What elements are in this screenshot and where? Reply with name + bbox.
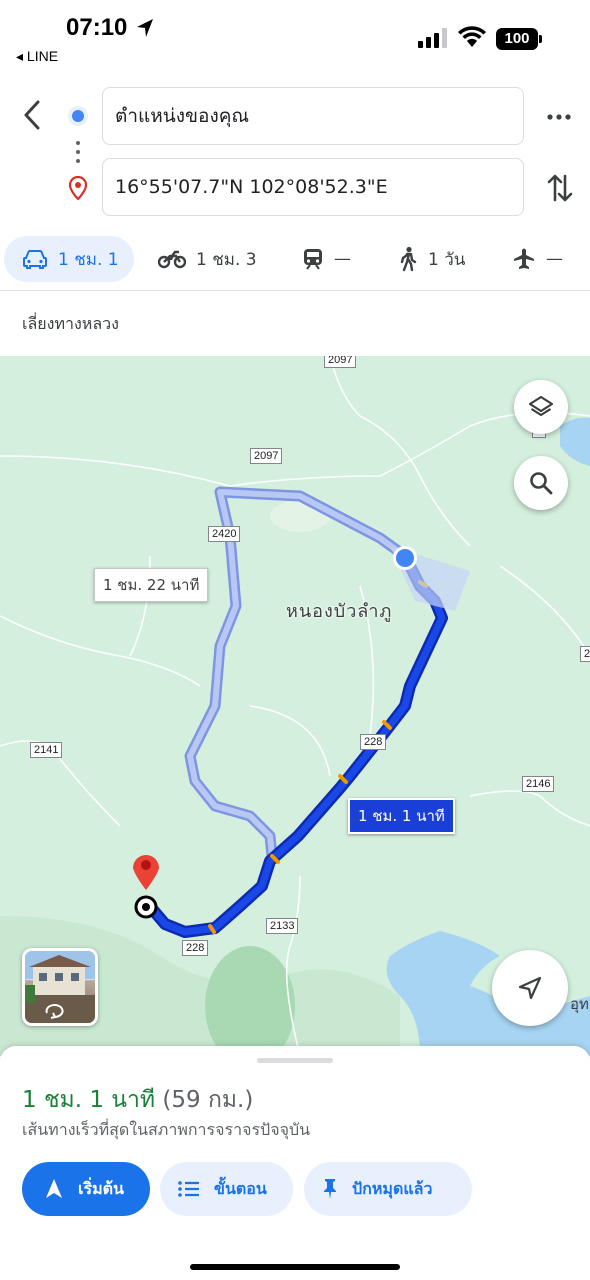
avoid-highways-option[interactable]: เลี่ยงทางหลวง (22, 312, 119, 337)
main-route-time[interactable]: 1 ชม. 1 นาที (348, 798, 455, 834)
start-button[interactable]: เริ่มต้น (22, 1162, 150, 1216)
street-view-image (25, 951, 95, 1023)
motorcycle-icon (158, 250, 186, 269)
pinned-label: ปักหมุดแล้ว (352, 1178, 433, 1198)
map-view[interactable]: 2097 2097 2420 228 2141 2146 2133 228 2 … (0, 356, 590, 1056)
pinned-button[interactable]: ปักหมุดแล้ว (304, 1162, 472, 1216)
layers-icon (528, 395, 554, 417)
walk-icon (400, 246, 417, 272)
signal-icon (418, 28, 447, 48)
place-label: หนองบัวลำภู (286, 601, 393, 622)
pin-icon (324, 1179, 336, 1199)
tab-walk-label: 1 วัน (428, 249, 466, 270)
tab-flight[interactable]: — (512, 236, 563, 282)
list-icon (178, 1181, 199, 1197)
destination-input[interactable]: 16°55'07.7"N 102°08'52.3"E (102, 158, 524, 216)
origin-dot-icon (68, 106, 88, 126)
car-icon (23, 250, 47, 269)
search-along-route-button[interactable] (514, 456, 568, 510)
edge-place-label: อุท (570, 995, 589, 1013)
tab-drive-label: 1 ชม. 1 (58, 249, 119, 270)
wifi-icon (458, 26, 486, 47)
road-shield: 2420 (208, 526, 241, 542)
road-shield: 228 (360, 734, 387, 750)
battery-indicator: 100 (496, 28, 542, 50)
airplane-icon (514, 248, 534, 269)
road-shield: 2097 (324, 356, 357, 368)
tab-flight-label: — (546, 249, 563, 269)
travel-mode-tabs: 1 ชม. 1 1 ชม. 3 — 1 วัน — (0, 236, 590, 286)
route-subtitle: เส้นทางเร็วที่สุดในสภาพการจราจรปัจจุบัน (22, 1120, 311, 1139)
route-summary-sheet: 1 ชม. 1 นาที (59 กม.) เส้นทางเร็วที่สุดใ… (0, 1046, 590, 1280)
tab-motorcycle[interactable]: 1 ชม. 3 (158, 236, 257, 282)
train-icon (304, 249, 322, 270)
location-arrow-icon (137, 19, 153, 37)
status-time: 07:10 (66, 14, 128, 41)
navigation-arrow-icon (518, 976, 542, 1000)
drag-handle[interactable] (257, 1058, 333, 1063)
back-arrow-icon[interactable] (18, 98, 48, 132)
road-shield: 2141 (30, 742, 63, 758)
search-icon (530, 472, 553, 495)
tab-drive[interactable]: 1 ชม. 1 (4, 236, 134, 282)
back-to-app-link[interactable]: ◂ LINE (16, 48, 58, 65)
navigation-icon (46, 1179, 62, 1198)
road-shield: 2 (580, 646, 590, 662)
route-distance: (59 กม.) (162, 1087, 254, 1113)
swap-icon[interactable] (546, 172, 574, 204)
tab-motorcycle-label: 1 ชม. 3 (196, 249, 257, 270)
tab-transit[interactable]: — (302, 236, 351, 282)
status-bar: 07:10 ◂ LINE 100 (0, 0, 590, 80)
road-shield: 2146 (522, 776, 555, 792)
recenter-button[interactable] (492, 950, 568, 1026)
tab-walk[interactable]: 1 วัน (398, 236, 465, 282)
road-shield: 228 (182, 940, 209, 956)
route-duration: 1 ชม. 1 นาที (22, 1087, 156, 1113)
road-shield: 2133 (266, 918, 299, 934)
divider (0, 290, 590, 291)
steps-button[interactable]: ขั้นตอน (160, 1162, 293, 1216)
start-label: เริ่มต้น (78, 1178, 124, 1198)
route-dots-icon (76, 141, 80, 168)
route-duration-row: 1 ชม. 1 นาที (59 กม.) (22, 1082, 253, 1118)
road-shield: 2097 (250, 448, 283, 464)
destination-pin-icon (69, 176, 87, 200)
steps-label: ขั้นตอน (214, 1178, 267, 1198)
origin-input[interactable]: ตำแหน่งของคุณ (102, 87, 524, 145)
home-indicator[interactable] (190, 1264, 400, 1270)
tab-transit-label: — (334, 249, 351, 269)
street-view-thumbnail[interactable] (22, 948, 98, 1026)
alternate-route-time[interactable]: 1 ชม. 22 นาที (94, 568, 209, 602)
layers-button[interactable] (514, 380, 568, 434)
more-options-icon[interactable] (546, 106, 572, 128)
